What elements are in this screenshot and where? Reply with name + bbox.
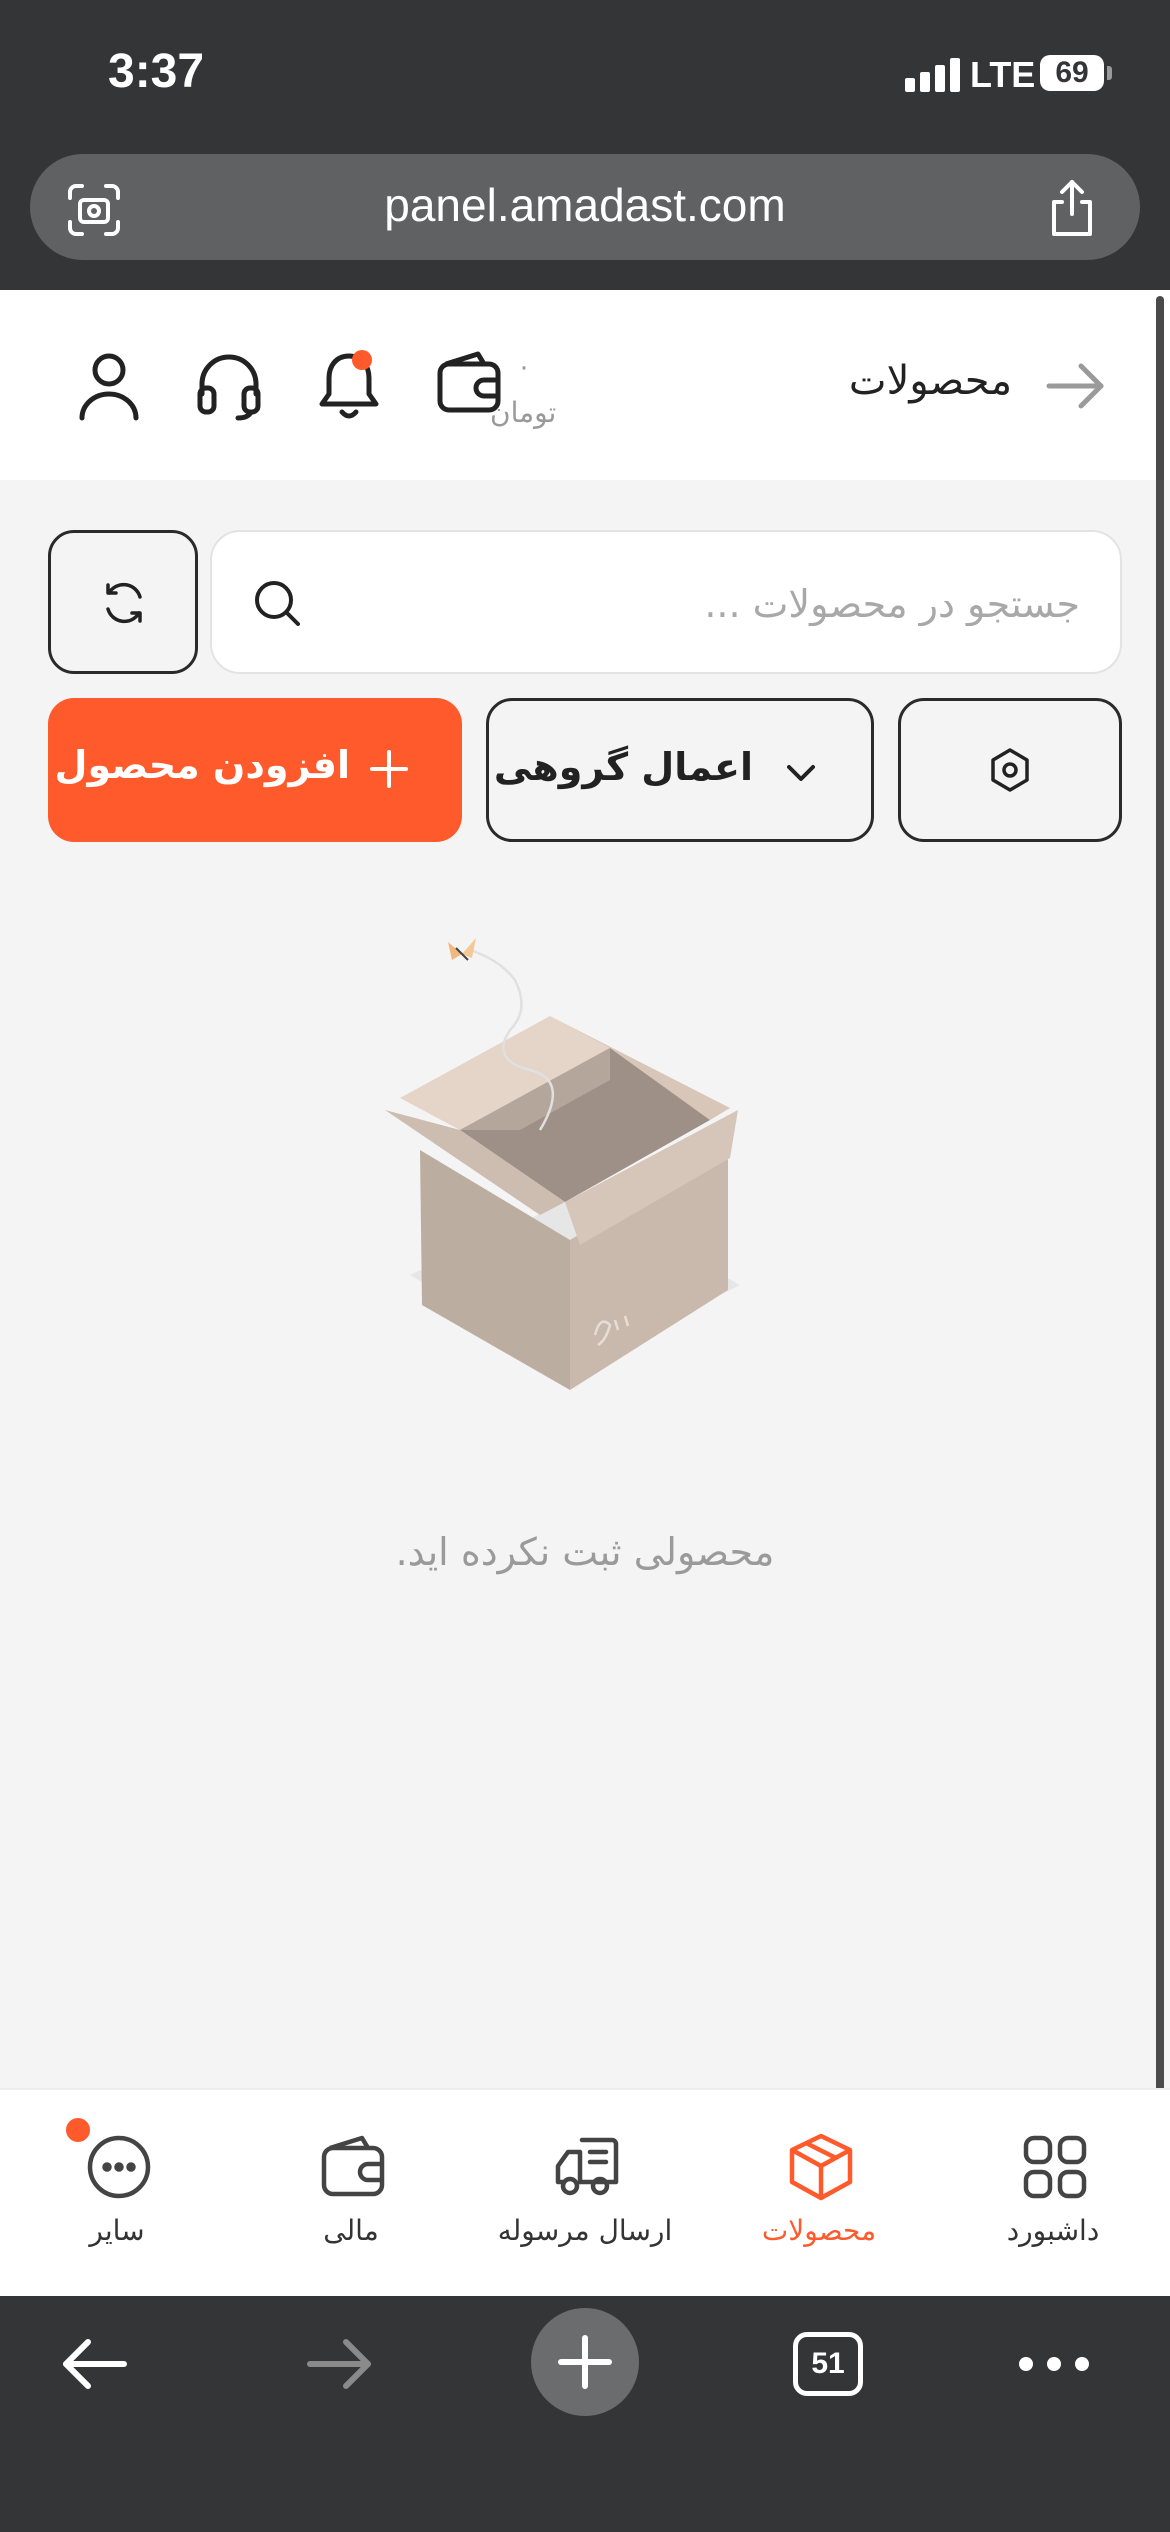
app-header: محصولات ۰ تومان xyxy=(0,290,1170,480)
scrollbar[interactable] xyxy=(1156,296,1164,2226)
nav-label-dashboard: داشبورد xyxy=(1006,2214,1100,2247)
chevron-down-icon xyxy=(787,765,815,781)
nav-label-more: سایر xyxy=(89,2214,145,2247)
truck-icon xyxy=(555,2137,619,2196)
plus-icon xyxy=(558,2335,612,2389)
battery-tip xyxy=(1107,66,1112,80)
balance-value: ۰ xyxy=(517,352,531,382)
box-icon xyxy=(789,2133,853,2201)
more-notification-dot xyxy=(66,2118,90,2142)
empty-state-message: محصولی ثبت نکرده اید. xyxy=(395,1530,775,1574)
bell-icon[interactable] xyxy=(314,350,384,422)
nav-label-products: محصولات xyxy=(761,2214,877,2247)
headset-icon[interactable] xyxy=(194,350,264,422)
address-bar[interactable]: panel.amadast.com xyxy=(30,154,1140,260)
network-type: LTE xyxy=(970,54,1036,95)
add-product-label: افزودن محصول xyxy=(54,743,350,787)
refresh-button[interactable] xyxy=(48,530,198,674)
search-input[interactable] xyxy=(312,576,1080,632)
new-tab-button[interactable] xyxy=(531,2308,639,2416)
share-icon[interactable] xyxy=(1044,178,1100,238)
nav-item-finance[interactable]: مالی xyxy=(234,2090,468,2298)
wallet-icon xyxy=(321,2135,385,2197)
battery-icon: 69 xyxy=(1040,55,1104,91)
empty-box-illustration xyxy=(385,938,740,1390)
notification-dot xyxy=(352,350,372,370)
settings-hex-icon xyxy=(991,748,1029,792)
plus-icon xyxy=(370,750,408,788)
nav-item-shipping[interactable]: ارسال مرسوله xyxy=(468,2090,702,2298)
browser-address-area: panel.amadast.com xyxy=(0,150,1170,439)
url-text[interactable]: panel.amadast.com xyxy=(30,178,1140,232)
search-icon xyxy=(255,581,300,626)
browser-toolbar: 51 xyxy=(0,2296,1170,2532)
nav-item-more[interactable]: سایر xyxy=(0,2090,234,2298)
bulk-actions-label: اعمال گروهی xyxy=(493,745,753,789)
wallet-icon[interactable] xyxy=(434,350,504,422)
page-title: محصولات xyxy=(848,358,1012,404)
more-icon xyxy=(87,2135,151,2199)
settings-button[interactable] xyxy=(898,698,1122,842)
tabs-count-button[interactable]: 51 xyxy=(793,2332,863,2396)
status-bar: 3:37 LTE 69 xyxy=(0,0,1170,150)
forward-icon[interactable] xyxy=(304,2336,376,2392)
bottom-navigation: داشبورد محصولات ارسال مرسوله مالی سایر xyxy=(0,2088,1170,2296)
user-icon[interactable] xyxy=(74,350,144,422)
nav-item-products[interactable]: محصولات xyxy=(702,2090,936,2298)
bulk-actions-dropdown[interactable]: اعمال گروهی xyxy=(486,698,874,842)
back-arrow-icon[interactable] xyxy=(1045,362,1105,410)
refresh-icon xyxy=(106,582,142,624)
more-menu-icon[interactable] xyxy=(1016,2352,1092,2376)
nav-item-dashboard[interactable]: داشبورد xyxy=(936,2090,1170,2298)
status-time: 3:37 xyxy=(108,45,205,98)
back-icon[interactable] xyxy=(58,2336,130,2392)
nav-label-shipping: ارسال مرسوله xyxy=(497,2214,673,2247)
grid-icon xyxy=(1023,2135,1087,2199)
nav-label-finance: مالی xyxy=(323,2214,379,2247)
add-product-button[interactable]: افزودن محصول xyxy=(48,698,462,842)
search-box[interactable] xyxy=(210,530,1122,674)
